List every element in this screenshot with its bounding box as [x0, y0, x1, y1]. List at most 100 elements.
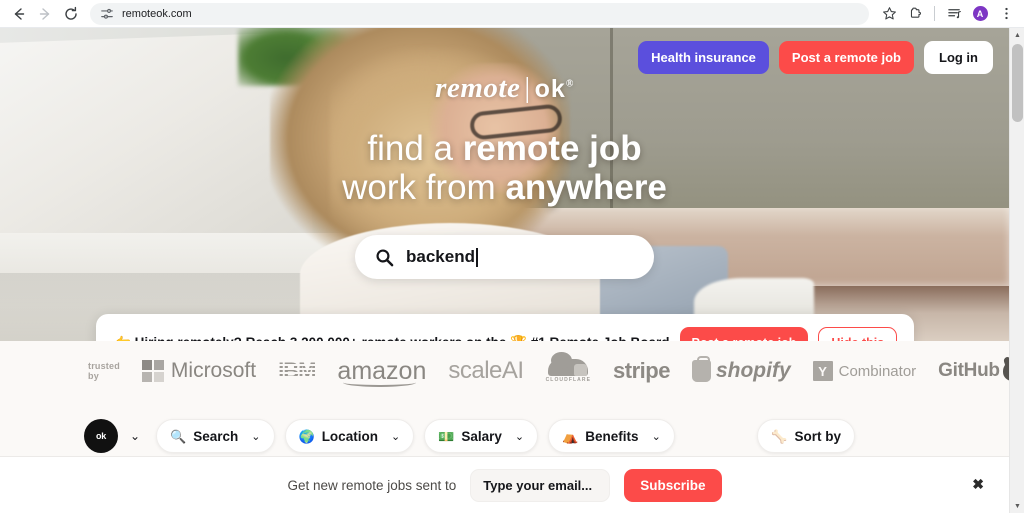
log-in-button[interactable]: Log in	[924, 41, 993, 74]
profile-button[interactable]: A	[968, 2, 992, 26]
scrollbar-thumb[interactable]	[1012, 44, 1023, 122]
subscribe-footer: Get new remote jobs sent to Subscribe ✖	[0, 456, 1009, 513]
trusted-by-strip: trusted by Microsoft IBM amazon scaleAI …	[0, 341, 1009, 401]
vertical-scrollbar[interactable]: ▲ ▼	[1009, 28, 1024, 513]
filter-salary-dropdown[interactable]: 💵 Salary ⌄	[424, 419, 539, 453]
filter-benefits-dropdown[interactable]: ⛺ Benefits ⌄	[548, 419, 675, 453]
email-field[interactable]	[470, 468, 611, 502]
headline-line2-plain: work from	[342, 168, 506, 208]
money-icon: 💵	[438, 428, 455, 444]
reading-list-button[interactable]	[942, 2, 966, 26]
address-bar[interactable]: remoteok.com	[90, 2, 869, 25]
reload-icon	[65, 6, 77, 20]
globe-icon: 🌍	[298, 428, 315, 444]
page-viewport: Health insurance Post a remote job Log i…	[0, 28, 1009, 513]
sort-by-dropdown[interactable]: 🦴 Sort by	[757, 419, 855, 453]
filter-salary-label: Salary	[461, 428, 502, 444]
brand-label-github: GitHub	[938, 360, 1000, 381]
chevron-down-icon: ⌄	[390, 430, 401, 443]
browser-actions: A	[877, 2, 1018, 26]
extensions-button[interactable]	[903, 2, 927, 26]
subscribe-label: Get new remote jobs sent to	[287, 477, 457, 493]
brand-label-amazon: amazon	[337, 356, 427, 387]
trophy-icon: 🏆	[510, 335, 527, 341]
brand-label-cloudflare: CLOUDFLARE	[545, 377, 592, 383]
avatar: A	[971, 5, 989, 22]
brand-label-microsoft: Microsoft	[170, 359, 257, 382]
bookmark-button[interactable]	[877, 2, 901, 26]
brand-logo-shopify: shopify	[691, 356, 791, 383]
scroll-down-arrow-icon[interactable]: ▼	[1010, 499, 1024, 513]
filter-search-dropdown[interactable]: 🔍 Search ⌄	[156, 419, 275, 453]
three-dot-menu-icon	[1004, 7, 1008, 20]
hero-headline: find a remote job work from anywhere	[0, 129, 1009, 207]
search-icon	[375, 248, 394, 267]
logo-word-remote: remote	[435, 72, 521, 104]
forward-arrow-icon	[39, 7, 50, 20]
reading-list-icon	[947, 9, 961, 19]
brand-logo-ycombinator: Y Combinator	[812, 361, 917, 381]
back-button[interactable]	[6, 1, 32, 27]
search-input[interactable]: backend	[355, 235, 654, 279]
brand-label-ibm: IBM	[278, 358, 316, 383]
scroll-up-arrow-icon[interactable]: ▲	[1010, 28, 1024, 42]
magnifier-icon: 🔍	[170, 428, 187, 444]
hero-search-wrapper: backend	[0, 235, 1009, 279]
hide-banner-button[interactable]: Hide this	[818, 327, 898, 341]
brand-logo-scaleai: scaleAI	[448, 357, 524, 385]
puzzle-piece-icon	[910, 7, 921, 18]
brand-logo-microsoft: Microsoft	[141, 359, 257, 383]
filter-benefits-label: Benefits	[585, 428, 639, 444]
post-remote-job-header-button[interactable]: Post a remote job	[778, 41, 914, 74]
address-bar-url: remoteok.com	[122, 7, 192, 20]
brand-logo-ibm: IBM	[278, 358, 316, 384]
site-header-actions: Health insurance Post a remote job Log i…	[638, 41, 993, 74]
microsoft-squares-icon	[141, 360, 164, 382]
pointing-hand-icon: 👉	[114, 335, 131, 341]
filter-location-dropdown[interactable]: 🌍 Location ⌄	[284, 419, 415, 453]
site-logo[interactable]: remote | ok®	[0, 72, 1009, 105]
site-settings-icon[interactable]	[100, 7, 114, 21]
remoteok-badge-button[interactable]: ok	[84, 419, 118, 453]
logo-separator: |	[524, 72, 531, 104]
toolbar-divider	[934, 6, 935, 21]
headline-line1-plain: find a	[367, 129, 463, 168]
star-icon	[882, 7, 896, 20]
health-insurance-button[interactable]: Health insurance	[638, 41, 769, 74]
cloudflare-cloud-icon	[548, 352, 589, 376]
back-arrow-icon	[14, 7, 25, 20]
browser-menu-button[interactable]	[994, 2, 1018, 26]
text-caret	[475, 247, 478, 267]
forward-button[interactable]	[32, 1, 58, 27]
banner-text-underlined: 3,200,000+ remote workers	[290, 335, 462, 341]
chevron-down-icon: ⌄	[651, 430, 661, 443]
banner-text-mid: on the	[462, 335, 510, 341]
bone-icon: 🦴	[771, 428, 788, 444]
brand-logo-cloudflare: CLOUDFLARE	[545, 352, 592, 383]
headline-line1-bold: remote job	[462, 129, 642, 168]
brand-logo-stripe: stripe	[613, 358, 670, 384]
brand-chevron-down-icon[interactable]: ⌄	[130, 429, 140, 443]
brand-label-stripe: stripe	[613, 358, 670, 383]
tent-icon: ⛺	[562, 428, 579, 444]
reload-button[interactable]	[58, 1, 84, 27]
close-icon[interactable]: ✖	[972, 476, 984, 493]
post-remote-job-banner-button[interactable]: Post a remote job	[679, 327, 809, 341]
banner-text-after: #1 Remote Job Board	[531, 335, 670, 341]
hiring-banner-text: 👉 Hiring remotely? Reach 3,200,000+ remo…	[114, 335, 670, 341]
logo-word-ok: ok	[534, 75, 566, 103]
brand-logo-amazon: amazon	[337, 356, 427, 387]
ycombinator-y-icon: Y	[812, 361, 833, 381]
brand-label-shopify: shopify	[715, 359, 791, 382]
brand-label-ycombinator: Combinator	[838, 362, 917, 380]
brand-logo-github: GitHub	[938, 360, 1009, 382]
subscribe-button[interactable]: Subscribe	[624, 468, 722, 502]
filter-search-label: Search	[193, 428, 239, 444]
chevron-down-icon: ⌄	[251, 430, 261, 443]
sort-by-label: Sort by	[794, 428, 841, 444]
logo-registered-mark: ®	[565, 78, 574, 90]
browser-toolbar: remoteok.com A	[0, 0, 1024, 28]
search-input-value: backend	[406, 247, 475, 266]
shopify-bag-icon	[691, 356, 711, 382]
hiring-banner: 👉 Hiring remotely? Reach 3,200,000+ remo…	[96, 314, 914, 341]
